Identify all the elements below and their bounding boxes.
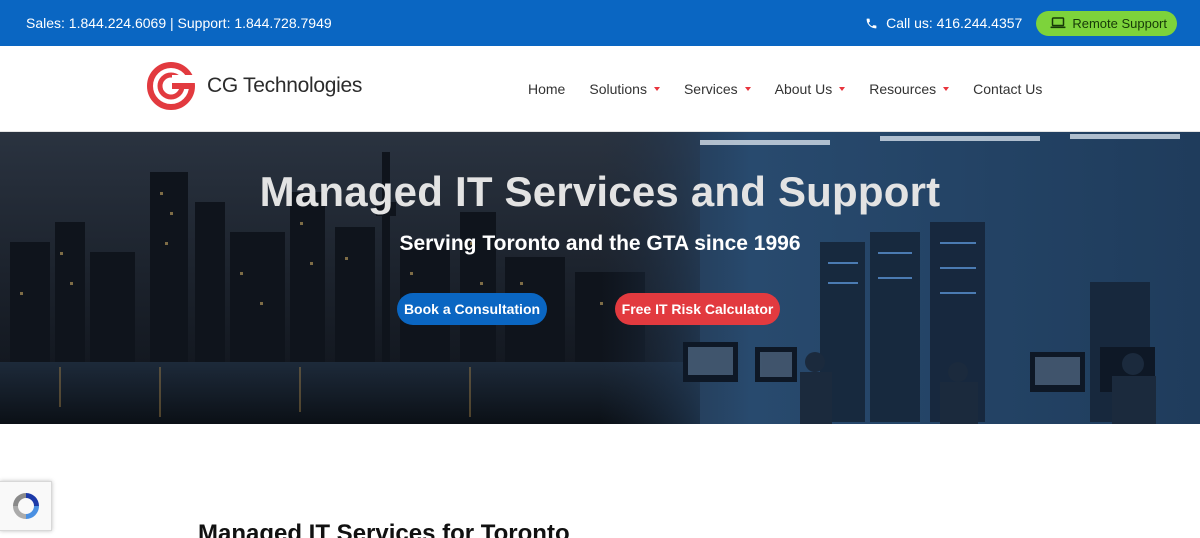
cg-logo-icon: [147, 62, 196, 110]
nav-item-resources[interactable]: Resources: [869, 81, 950, 97]
nav-item-solutions[interactable]: Solutions: [589, 81, 660, 97]
top-bar-right: Call us: 416.244.4357 Remote Support: [865, 10, 1177, 36]
nav-label: About Us: [774, 81, 833, 97]
chevron-down-icon: [653, 87, 660, 91]
nav-item-services[interactable]: Services: [684, 81, 751, 97]
laptop-icon: [1050, 17, 1066, 29]
chevron-down-icon: [744, 87, 751, 91]
phone-icon: [866, 18, 877, 28]
risk-calculator-button[interactable]: Free IT Risk Calculator: [615, 293, 780, 325]
recaptcha-badge[interactable]: [0, 481, 52, 531]
hero-subtitle: Serving Toronto and the GTA since 1996: [399, 232, 801, 255]
nav-label: Solutions: [589, 81, 647, 97]
hero-title: Managed IT Services and Support: [259, 168, 941, 215]
section-title: Managed IT Services for Toronto: [198, 520, 570, 538]
hero-banner: Managed IT Services and Support Serving …: [0, 132, 1200, 424]
book-consultation-button[interactable]: Book a Consultation: [397, 293, 547, 325]
site-logo[interactable]: CG Technologies: [146, 61, 362, 111]
nav-label: Contact Us: [973, 81, 1043, 97]
sales-support-phones: Sales: 1.844.224.6069 | Support: 1.844.7…: [26, 15, 332, 31]
chevron-down-icon: [839, 87, 846, 91]
nav-label: Resources: [869, 81, 937, 97]
main-nav: Home Solutions Services About Us Resourc…: [516, 46, 1054, 132]
nav-item-contact-us[interactable]: Contact Us: [973, 81, 1042, 97]
recaptcha-icon: [12, 493, 39, 519]
nav-label: Services: [683, 81, 738, 97]
call-us-link[interactable]: Call us: 416.244.4357: [865, 15, 1022, 31]
chevron-down-icon: [943, 87, 950, 91]
site-header: CG Technologies Home Solutions Services …: [0, 46, 1200, 132]
nav-label: Home: [528, 81, 566, 97]
logo-text: CG Technologies: [207, 74, 363, 97]
remote-support-button[interactable]: Remote Support: [1036, 10, 1177, 36]
call-us-label: Call us: 416.244.4357: [886, 15, 1023, 31]
remote-support-label: Remote Support: [1072, 15, 1167, 31]
nav-item-about-us[interactable]: About Us: [775, 81, 846, 97]
nav-item-home[interactable]: Home: [528, 81, 565, 97]
top-bar: Sales: 1.844.224.6069 | Support: 1.844.7…: [0, 0, 1200, 46]
